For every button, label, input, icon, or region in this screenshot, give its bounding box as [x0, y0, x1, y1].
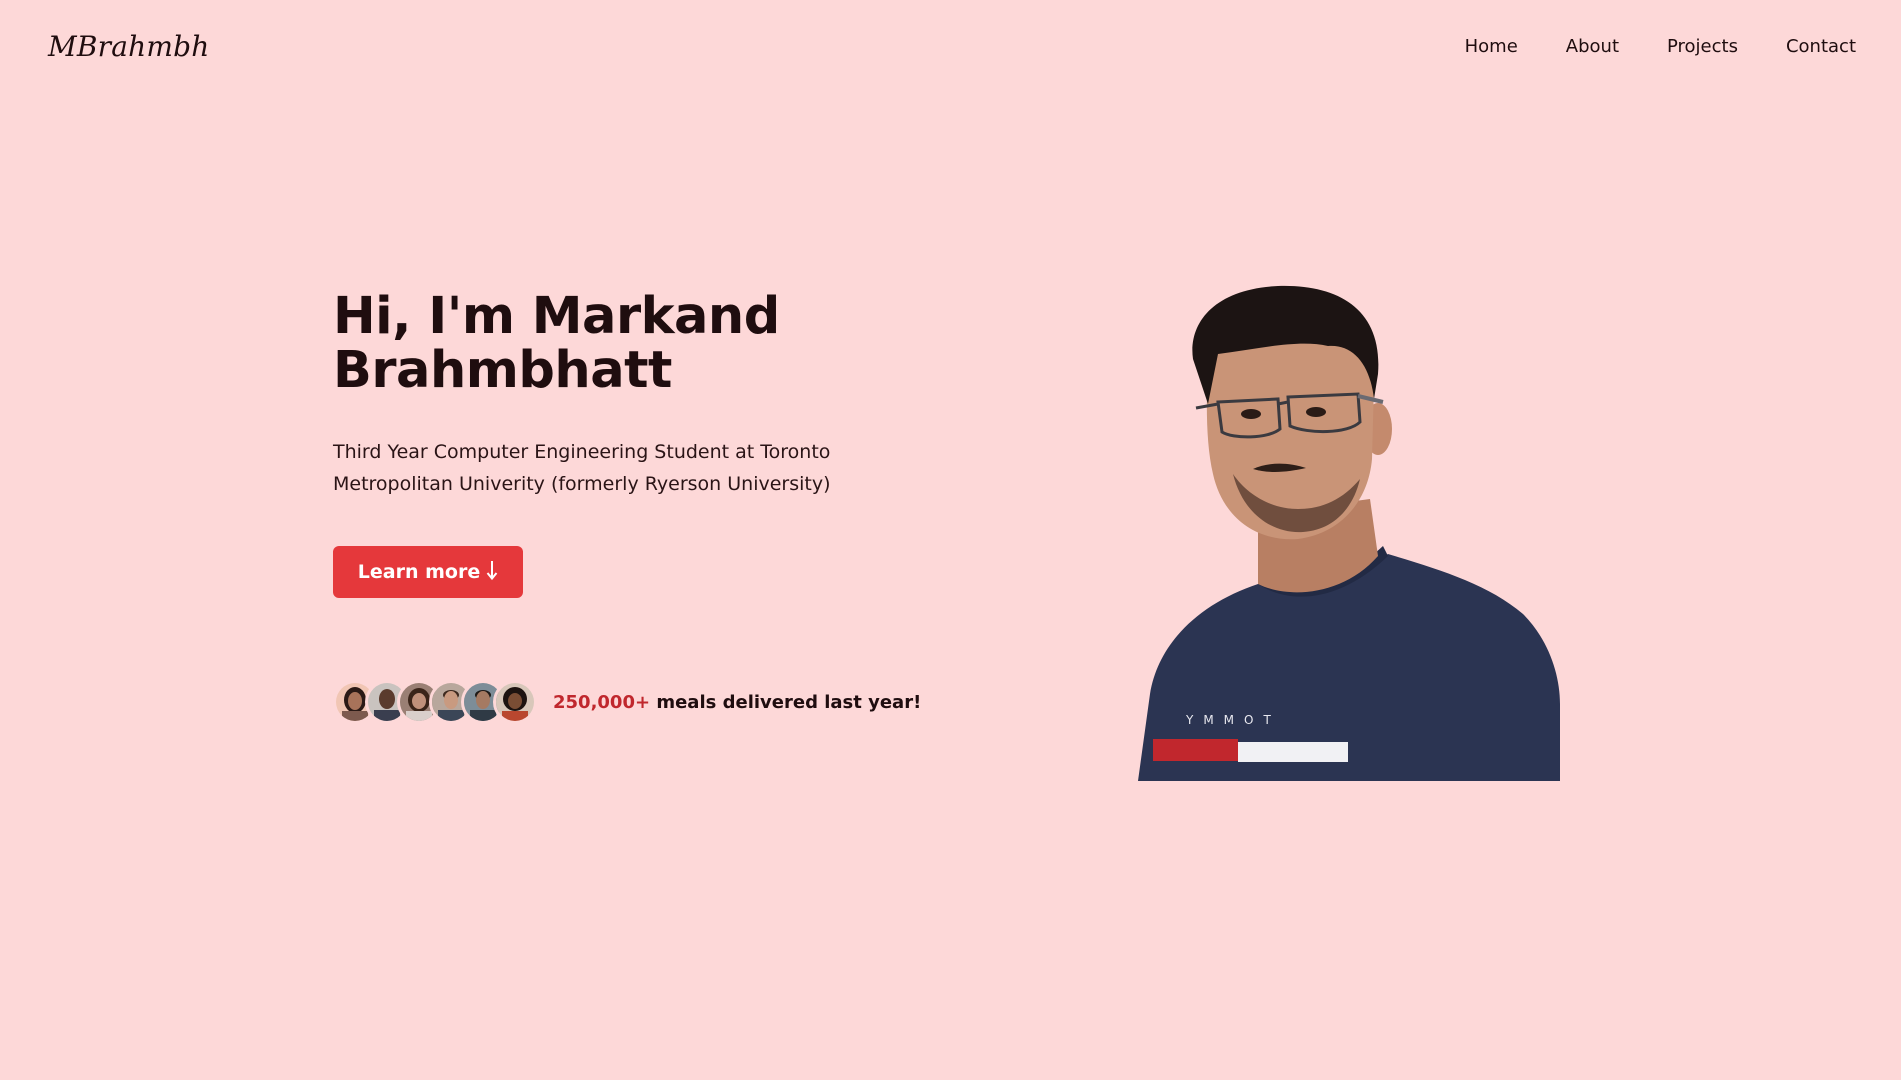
arrow-down-icon: [486, 559, 498, 586]
hero-title: Hi, I'm Markand Brahmbhatt: [333, 290, 933, 398]
navbar: MBrahmbh Home About Projects Contact: [0, 0, 1901, 100]
learn-more-label: Learn more: [357, 561, 481, 583]
svg-text:YMMOT: YMMOT: [1185, 713, 1281, 727]
nav-link-contact[interactable]: Contact: [1786, 36, 1856, 57]
learn-more-button[interactable]: Learn more: [333, 546, 523, 598]
nav-link-projects[interactable]: Projects: [1667, 36, 1738, 57]
nav-link-about[interactable]: About: [1566, 36, 1619, 57]
social-proof: 250,000+ meals delivered last year!: [333, 680, 921, 724]
hero-title-line2: Brahmbhatt: [333, 341, 672, 400]
hero-title-line1: Hi, I'm Markand: [333, 287, 780, 346]
avatar: [493, 680, 537, 724]
meals-caption: meals delivered last year!: [650, 691, 922, 713]
meals-count: 250,000+: [553, 691, 651, 713]
social-proof-text: 250,000+ meals delivered last year!: [553, 692, 921, 713]
profile-photo: YMMOT: [1138, 284, 1560, 781]
customer-avatars: [333, 680, 537, 724]
site-logo[interactable]: MBrahmbh: [48, 30, 209, 63]
hero-content: Hi, I'm Markand Brahmbhatt Third Year Co…: [333, 290, 933, 500]
nav-links: Home About Projects Contact: [1465, 36, 1856, 57]
nav-link-home[interactable]: Home: [1465, 36, 1518, 57]
hero-subtitle: Third Year Computer Engineering Student …: [333, 441, 831, 495]
